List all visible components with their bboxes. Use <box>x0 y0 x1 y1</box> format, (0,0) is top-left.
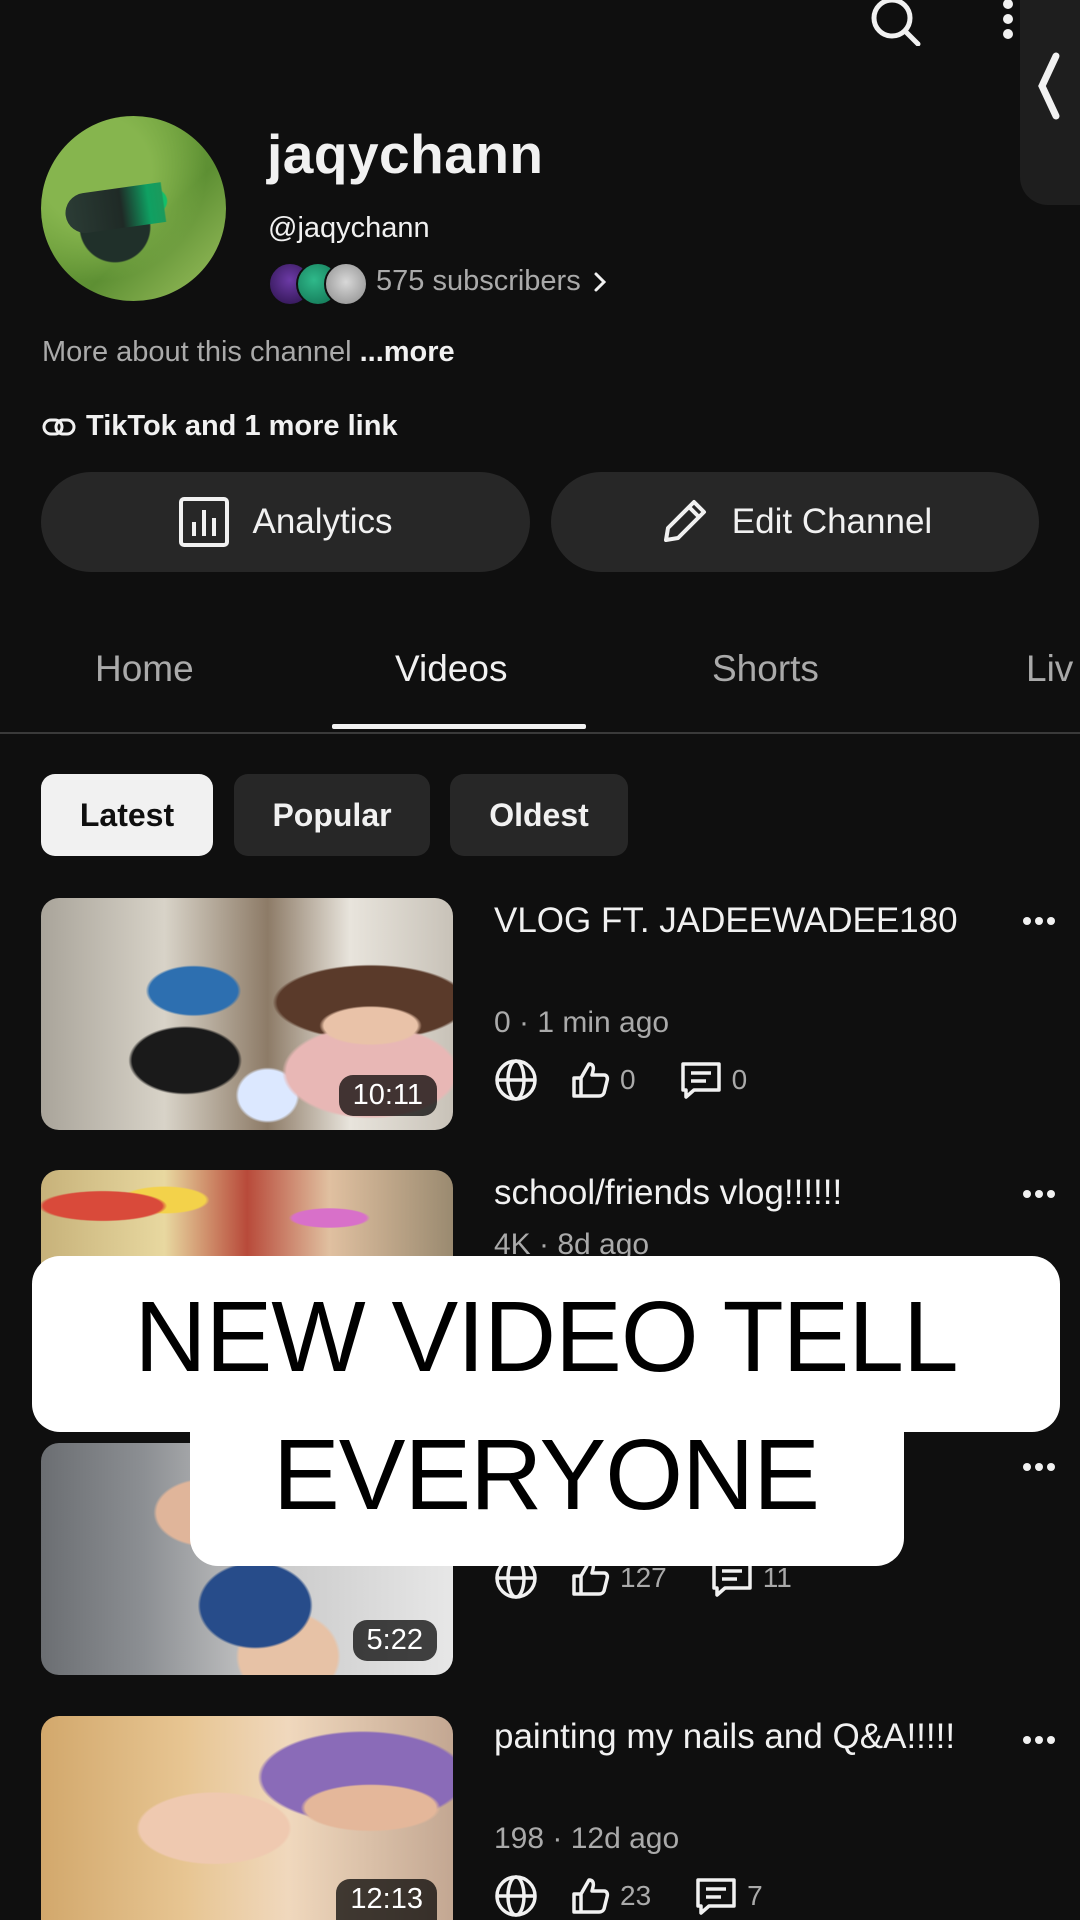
more-horiz-icon[interactable] <box>1022 1734 1056 1746</box>
video-duration: 10:11 <box>338 1075 437 1116</box>
tab-live[interactable]: Liv <box>1026 648 1073 690</box>
tab-videos[interactable]: Videos <box>395 648 507 690</box>
link-icon <box>42 418 76 435</box>
pencil-icon <box>663 500 706 542</box>
overlay-caption: NEW VIDEO TELL EVERYONE <box>32 1268 1060 1544</box>
video-duration: 12:13 <box>336 1879 437 1920</box>
edit-channel-label: Edit Channel <box>731 502 933 541</box>
more-horiz-icon[interactable] <box>1022 1188 1056 1200</box>
analytics-icon <box>179 497 230 547</box>
chip-oldest[interactable]: Oldest <box>450 774 628 856</box>
about-text: More about this channel <box>42 336 352 368</box>
thumbs-up-icon <box>572 1878 610 1914</box>
likes-count: 23 <box>620 1880 652 1911</box>
search-icon[interactable] <box>866 0 922 46</box>
channel-name: jaqychann <box>267 123 544 185</box>
caption-line-1: NEW VIDEO TELL <box>134 1281 958 1393</box>
analytics-button[interactable]: Analytics <box>41 472 530 572</box>
chevron-right-icon <box>594 272 606 291</box>
video-title[interactable]: school/friends vlog!!!!!! <box>494 1170 994 1216</box>
subscriber-avatars <box>268 262 368 306</box>
analytics-label: Analytics <box>252 502 393 541</box>
likes-count: 0 <box>620 1064 636 1095</box>
side-panel-handle[interactable] <box>1020 0 1080 205</box>
comments-count: 7 <box>747 1880 763 1911</box>
video-meta: 0 · 1 min ago <box>494 1006 670 1039</box>
thumbs-up-icon <box>572 1062 610 1098</box>
comments-count: 11 <box>762 1562 792 1593</box>
video-stats: 0 0 <box>494 1058 747 1102</box>
video-duration: 5:22 <box>352 1620 437 1661</box>
video-stats: 23 7 <box>494 1874 763 1918</box>
about-channel-link[interactable]: More about this channel ...more <box>42 336 455 369</box>
subscribers-count: 575 subscribers <box>376 265 581 297</box>
comments-count: 0 <box>731 1064 748 1095</box>
video-title[interactable]: painting my nails and Q&A!!!!! <box>494 1714 994 1760</box>
more-vert-icon[interactable] <box>1000 0 1016 40</box>
more-horiz-icon[interactable] <box>1022 915 1056 927</box>
channel-handle: @jaqychann <box>268 212 430 244</box>
video-thumbnail[interactable]: 10:11 <box>41 898 453 1130</box>
channel-links[interactable]: TikTok and 1 more link <box>42 410 398 443</box>
about-more[interactable]: ...more <box>360 336 455 368</box>
edit-channel-button[interactable]: Edit Channel <box>551 472 1039 572</box>
collapse-handle-icon <box>1038 52 1060 120</box>
tab-home[interactable]: Home <box>95 648 194 690</box>
tab-shorts[interactable]: Shorts <box>712 648 819 690</box>
caption-line-2: EVERYONE <box>273 1419 820 1531</box>
subscribers-link[interactable]: 575 subscribers <box>376 265 607 298</box>
globe-icon <box>495 1875 537 1917</box>
video-thumbnail[interactable]: 12:13 <box>41 1716 453 1920</box>
avatar[interactable] <box>41 116 226 301</box>
active-tab-indicator <box>332 724 586 729</box>
links-text: TikTok and 1 more link <box>86 410 398 442</box>
video-title[interactable]: VLOG FT. JADEEWADEE180 <box>494 898 994 944</box>
comment-icon <box>696 1878 736 1915</box>
tabs-divider <box>0 732 1080 734</box>
video-meta: 198 · 12d ago <box>494 1822 680 1855</box>
likes-count: 127 <box>620 1562 667 1593</box>
chip-latest[interactable]: Latest <box>41 774 213 856</box>
chip-popular[interactable]: Popular <box>234 774 430 856</box>
globe-icon <box>495 1059 537 1101</box>
comment-icon <box>680 1062 721 1099</box>
